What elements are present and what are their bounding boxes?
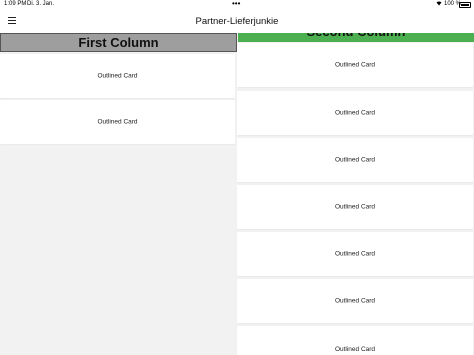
- card-label: Outlined Card: [334, 61, 376, 69]
- battery-icon: [459, 2, 471, 8]
- app-bar: Partner-Lieferjunkie: [0, 10, 474, 33]
- card-label: Outlined Card: [97, 118, 138, 126]
- wifi-icon: [436, 1, 442, 6]
- first-column-header: First Column: [0, 33, 237, 52]
- status-time: 1:09 PM: [4, 1, 27, 7]
- first-column: First Column Outlined Card Outlined Card: [0, 33, 237, 355]
- second-column: Second Column Outlined Card Outlined Car…: [237, 33, 474, 355]
- page-title: Partner-Lieferjunkie: [195, 16, 279, 27]
- outlined-card[interactable]: Outlined Card: [237, 185, 473, 229]
- second-column-header: Second Column: [238, 33, 474, 42]
- outlined-card[interactable]: Outlined Card: [0, 54, 235, 98]
- outlined-card[interactable]: Outlined Card: [237, 279, 473, 323]
- card-label: Outlined Card: [334, 297, 376, 305]
- outlined-card[interactable]: Outlined Card: [237, 43, 473, 87]
- outlined-card[interactable]: Outlined Card: [237, 91, 473, 135]
- outlined-card[interactable]: Outlined Card: [0, 100, 235, 144]
- card-label: Outlined Card: [334, 250, 376, 258]
- card-label: Outlined Card: [334, 203, 376, 211]
- multitasking-dots[interactable]: •••: [232, 0, 240, 8]
- card-label: Outlined Card: [334, 109, 376, 117]
- status-bar: 1:09 PM Di. 3. Jan. ••• 100 %: [0, 0, 474, 10]
- outlined-card[interactable]: Outlined Card: [237, 232, 473, 276]
- outlined-card[interactable]: Outlined Card: [237, 138, 473, 182]
- status-date: Di. 3. Jan.: [27, 1, 55, 7]
- card-label: Outlined Card: [97, 72, 138, 80]
- card-label: Outlined Card: [334, 156, 376, 164]
- card-label: Outlined Card: [334, 346, 376, 353]
- second-column-header-label: Second Column: [238, 33, 474, 41]
- outlined-card[interactable]: Outlined Card: [237, 326, 473, 355]
